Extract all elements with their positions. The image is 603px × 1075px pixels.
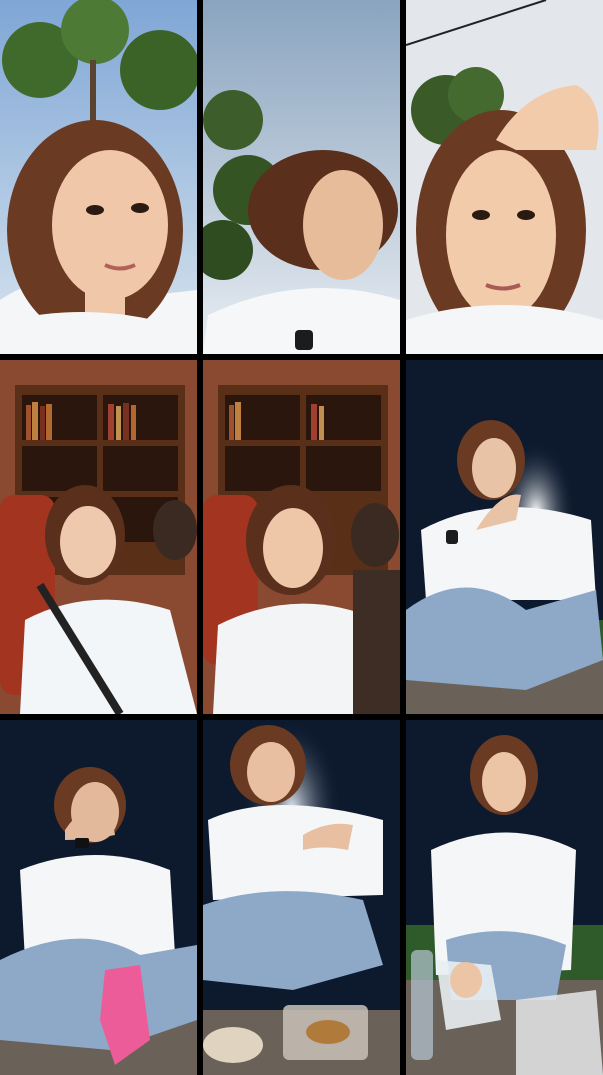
night-eating-image — [203, 720, 400, 1075]
video-tile-r1c1[interactable] — [0, 0, 197, 354]
video-tile-r3c2[interactable] — [203, 720, 400, 1075]
library-speaking-image — [203, 360, 400, 714]
sky-profile-image — [203, 0, 400, 354]
video-tile-r3c1[interactable] — [0, 720, 197, 1075]
video-tile-r3c3[interactable] — [406, 720, 603, 1075]
night-opening-bag-image — [406, 720, 603, 1075]
video-tile-r2c3[interactable] — [406, 360, 603, 714]
night-lamp-image — [406, 360, 603, 714]
library-armchair-image — [0, 360, 197, 714]
video-tile-r1c2[interactable] — [203, 0, 400, 354]
outdoor-selfie-image — [0, 0, 197, 354]
video-tile-r2c2[interactable] — [203, 360, 400, 714]
hand-forehead-image — [406, 0, 603, 354]
video-grid — [0, 0, 603, 1075]
night-rubbing-eyes-image — [0, 720, 197, 1075]
video-tile-r1c3[interactable] — [406, 0, 603, 354]
video-tile-r2c1[interactable] — [0, 360, 197, 714]
